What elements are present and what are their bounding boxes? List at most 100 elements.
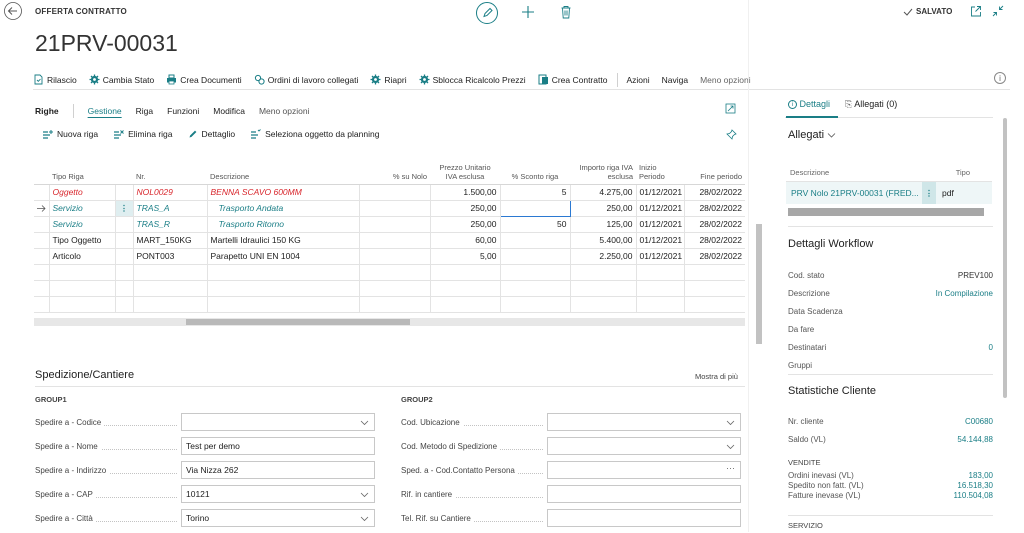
cell-nr[interactable]: TRAS_A <box>133 200 208 217</box>
empty-row[interactable] <box>34 296 745 313</box>
cell-prezzo[interactable]: 250,00 <box>430 200 501 217</box>
table-row[interactable]: Articolo PONT003 Parapetto UNI EN 1004 5… <box>34 248 745 265</box>
edit-button[interactable] <box>476 2 498 24</box>
cell-inizio[interactable]: 01/12/2021 <box>636 248 685 265</box>
create-documents-button[interactable]: Crea Documenti <box>166 74 242 85</box>
column-sconto[interactable]: % Sconto riga <box>500 159 570 185</box>
ship-name-input[interactable]: Test per demo <box>181 437 375 455</box>
naviga-menu[interactable]: Naviga <box>662 75 688 85</box>
cell-fine[interactable]: 28/02/2022 <box>684 248 745 265</box>
cell-sconto[interactable] <box>499 199 571 217</box>
table-row[interactable]: Servizio ⋮ TRAS_A Trasporto Andata 250,0… <box>34 199 745 217</box>
tab-funzioni[interactable]: Funzioni <box>167 106 199 116</box>
change-status-button[interactable]: Cambia Stato <box>89 74 154 85</box>
cell-inizio[interactable]: 01/12/2021 <box>636 232 685 249</box>
cell-tipo[interactable]: Tipo Oggetto <box>49 232 116 249</box>
tab-riga[interactable]: Riga <box>136 106 153 116</box>
personalize-button[interactable] <box>726 129 737 140</box>
cell-sconto[interactable]: 50 <box>500 216 571 233</box>
cell-nr[interactable]: TRAS_R <box>133 216 208 233</box>
cell-prezzo[interactable]: 5,00 <box>430 248 501 265</box>
location-code-select[interactable] <box>547 413 741 431</box>
back-button[interactable] <box>4 2 22 20</box>
cell-descrizione[interactable]: BENNA SCAVO 600MM <box>207 184 360 201</box>
cell-inizio[interactable]: 01/12/2021 <box>636 200 685 217</box>
column-inizio[interactable]: Inizio Periodo <box>636 159 684 185</box>
column-nolo[interactable]: % su Nolo <box>359 159 430 185</box>
cell-nr[interactable]: MART_150KG <box>133 232 208 249</box>
cell-nr[interactable]: NOL0029 <box>133 184 208 201</box>
detail-button[interactable]: Dettaglio <box>188 129 235 139</box>
cell-tipo[interactable]: Servizio <box>49 216 116 233</box>
cell-tipo[interactable]: Oggetto <box>49 184 116 201</box>
column-importo[interactable]: Importo riga IVA esclusa <box>570 159 636 185</box>
cell-tipo[interactable]: Servizio <box>49 200 116 217</box>
cell-nolo[interactable] <box>359 184 431 201</box>
contact-person-lookup[interactable]: ··· <box>547 461 741 479</box>
attachment-menu-button[interactable]: ⋮ <box>922 182 936 204</box>
site-phone-input[interactable] <box>547 509 741 527</box>
tab-dettagli[interactable]: i Dettagli <box>788 99 830 110</box>
new-button[interactable] <box>521 5 535 19</box>
cell-nolo[interactable] <box>359 232 431 249</box>
create-contract-button[interactable]: Crea Contratto <box>538 74 607 85</box>
cell-sconto[interactable] <box>500 232 571 249</box>
column-nr[interactable]: Nr. <box>133 159 207 185</box>
attachments-title[interactable]: Allegati <box>788 129 836 141</box>
tab-gestione[interactable]: Gestione <box>88 106 122 116</box>
scrollbar-thumb[interactable] <box>186 319 410 325</box>
delete-button[interactable] <box>560 5 572 19</box>
ship-city-select[interactable]: Torino <box>181 509 375 527</box>
factbox-scrollbar[interactable] <box>1003 118 1007 398</box>
table-row[interactable]: Tipo Oggetto MART_150KG Martelli Idrauli… <box>34 232 745 249</box>
tab-fewer-options[interactable]: Meno opzioni <box>259 106 310 116</box>
cell-descrizione[interactable]: Trasporto Andata <box>207 200 360 217</box>
cell-inizio[interactable]: 01/12/2021 <box>636 184 685 201</box>
attachment-name-link[interactable]: PRV Nolo 21PRV-00031 (FRED... <box>786 188 922 198</box>
show-more-link[interactable]: Mostra di più <box>695 372 738 381</box>
column-tipo-riga[interactable]: Tipo Riga <box>49 159 115 185</box>
cell-nolo[interactable] <box>359 200 431 217</box>
site-reference-input[interactable] <box>547 485 741 503</box>
cell-nolo[interactable] <box>359 248 431 265</box>
cell-descrizione[interactable]: Martelli Idraulici 150 KG <box>207 232 360 249</box>
cell-tipo[interactable]: Articolo <box>49 248 116 265</box>
column-fine[interactable]: Fine periodo <box>684 159 745 185</box>
shipping-section-title[interactable]: Spedizione/Cantiere <box>35 369 134 381</box>
new-line-button[interactable]: Nuova riga <box>42 129 98 139</box>
row-menu-button[interactable]: ⋮ <box>115 200 134 217</box>
expand-button[interactable] <box>725 103 736 114</box>
empty-row[interactable] <box>34 264 745 281</box>
cell-fine[interactable]: 28/02/2022 <box>684 184 745 201</box>
workflow-title[interactable]: Dettagli Workflow <box>788 238 873 250</box>
customer-stats-title[interactable]: Statistiche Cliente <box>788 385 876 397</box>
cell-sconto[interactable] <box>500 248 571 265</box>
cell-descrizione[interactable]: Trasporto Ritorno <box>207 216 360 233</box>
ellipsis-icon[interactable]: ··· <box>726 463 735 473</box>
grid-horizontal-scrollbar[interactable] <box>34 318 745 326</box>
cell-fine[interactable]: 28/02/2022 <box>684 232 745 249</box>
unlock-price-recalc-button[interactable]: Sblocca Ricalcolo Prezzi <box>419 74 526 85</box>
collapse-button[interactable] <box>992 5 1004 17</box>
cell-nr[interactable]: PONT003 <box>133 248 208 265</box>
ship-code-select[interactable] <box>181 413 375 431</box>
azioni-menu[interactable]: Azioni <box>626 75 649 85</box>
cell-prezzo[interactable]: 60,00 <box>430 232 501 249</box>
attachment-row[interactable]: PRV Nolo 21PRV-00031 (FRED... ⋮ pdf <box>786 182 992 204</box>
ship-address-input[interactable]: Via Nizza 262 <box>181 461 375 479</box>
column-descrizione[interactable]: Descrizione <box>207 159 359 185</box>
page-vertical-scrollbar[interactable] <box>756 224 762 344</box>
select-planning-object-button[interactable]: Seleziona oggetto da planning <box>250 129 379 139</box>
cell-descrizione[interactable]: Parapetto UNI EN 1004 <box>207 248 360 265</box>
delete-line-button[interactable]: Elimina riga <box>113 129 173 139</box>
cell-nolo[interactable] <box>359 216 431 233</box>
table-row[interactable]: Servizio TRAS_R Trasporto Ritorno 250,00… <box>34 216 745 233</box>
empty-row[interactable] <box>34 280 745 297</box>
table-row[interactable]: Oggetto NOL0029 BENNA SCAVO 600MM 1.500,… <box>34 184 745 201</box>
cell-fine[interactable]: 28/02/2022 <box>684 216 745 233</box>
release-button[interactable]: Rilascio <box>33 74 77 85</box>
ship-postcode-select[interactable]: 10121 <box>181 485 375 503</box>
reopen-button[interactable]: Riapri <box>370 74 407 85</box>
cell-fine[interactable]: 28/02/2022 <box>684 200 745 217</box>
open-new-window-button[interactable] <box>970 5 982 17</box>
